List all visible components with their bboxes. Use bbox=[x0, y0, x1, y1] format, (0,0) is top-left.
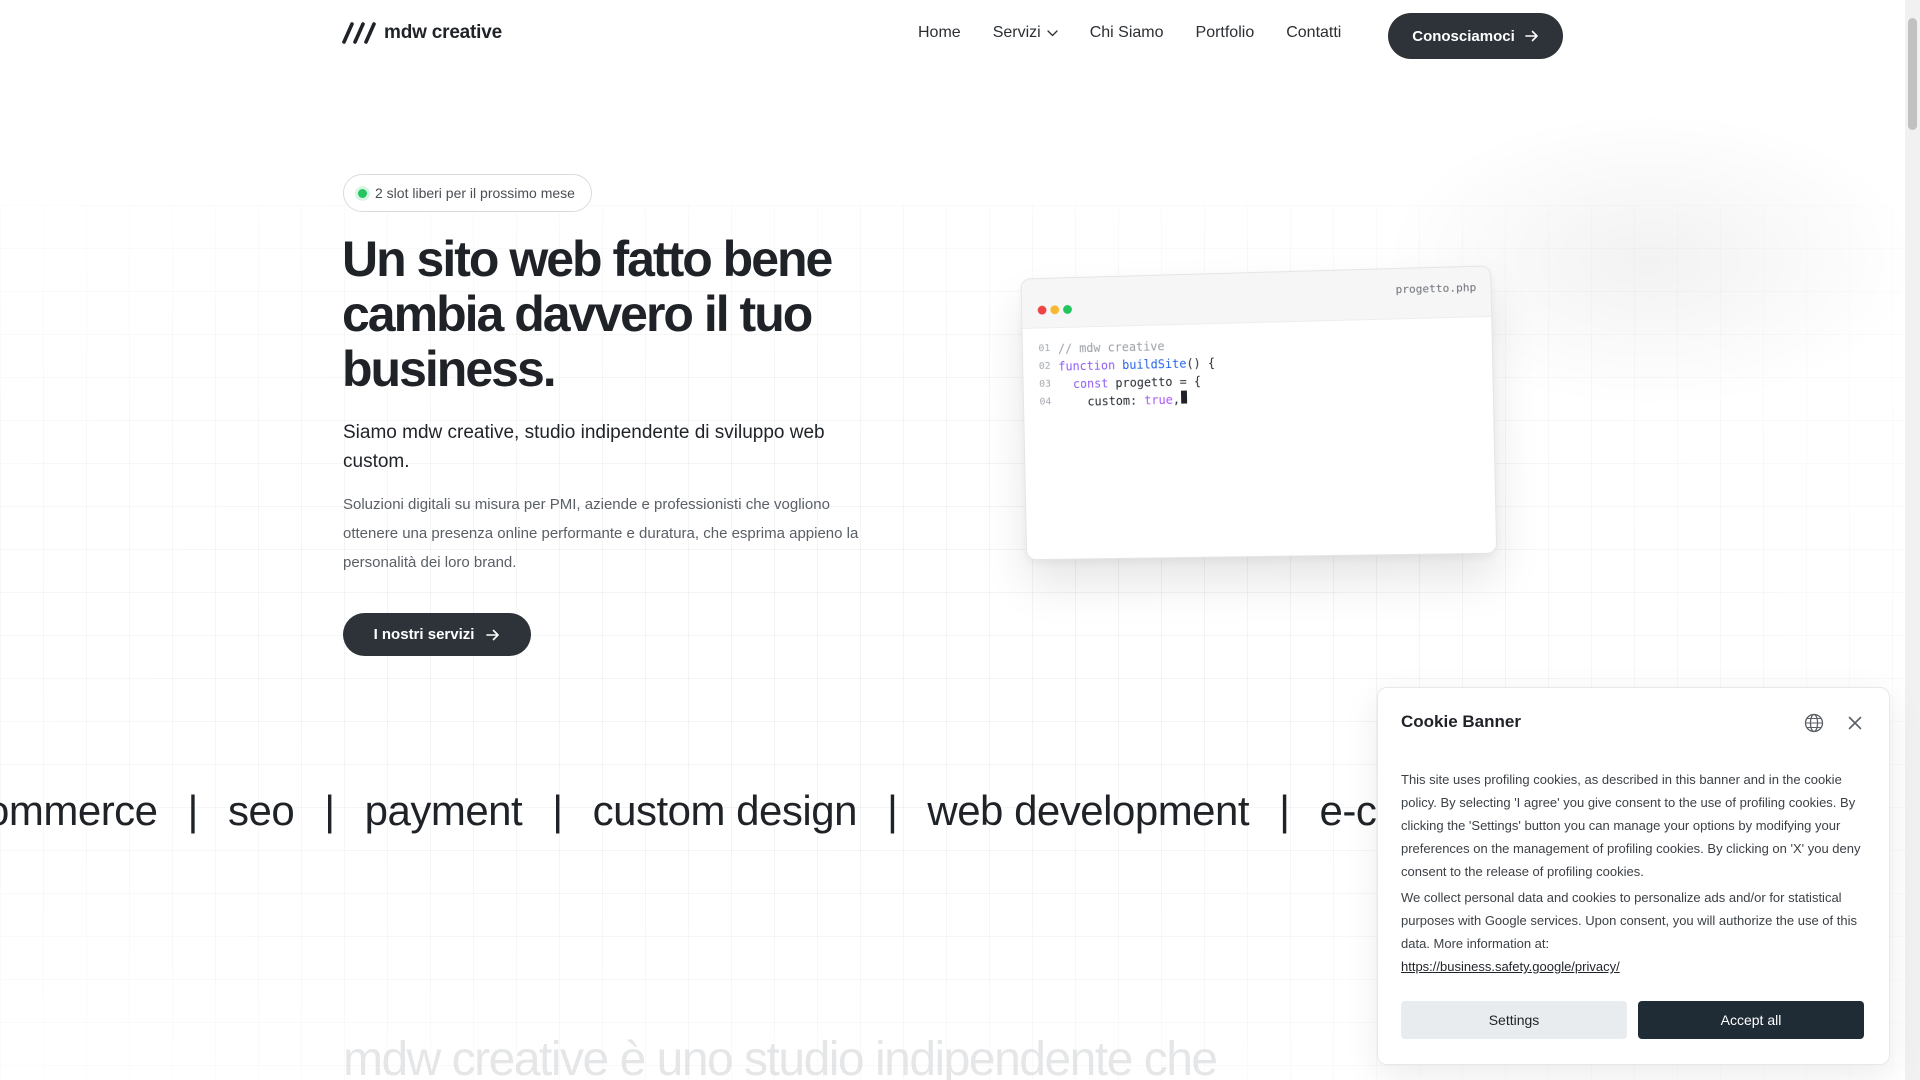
availability-badge: 2 slot liberi per il prossimo mese bbox=[343, 174, 592, 212]
conosciamoci-button-label: Conosciamoci bbox=[1412, 27, 1515, 45]
arrow-right-icon bbox=[1524, 30, 1538, 42]
code-keyword: function bbox=[1058, 358, 1116, 374]
cookie-banner: Cookie Banner This site uses profiling c… bbox=[1377, 687, 1890, 1065]
marquee-item: web development bbox=[927, 787, 1250, 834]
page-scrollbar[interactable] bbox=[1905, 0, 1920, 1080]
page: mdw creative Home Servizi Chi Siamo Port… bbox=[0, 0, 1920, 1080]
slashes-logo-icon bbox=[342, 22, 376, 44]
code-text: () { bbox=[1186, 355, 1216, 371]
globe-icon[interactable] bbox=[1803, 712, 1825, 734]
marquee-item: seo bbox=[227, 787, 295, 834]
hero-title: Un sito web fatto bene cambia davvero il… bbox=[342, 231, 833, 397]
code-function-name: buildSite bbox=[1122, 356, 1187, 373]
logo-text: mdw creative bbox=[384, 22, 502, 43]
line-number: 02 bbox=[1038, 360, 1051, 373]
nav-home-label: Home bbox=[918, 24, 961, 41]
marquee-separator: | bbox=[886, 787, 898, 834]
marquee-separator: | bbox=[1279, 787, 1290, 834]
cookie-banner-title: Cookie Banner bbox=[1401, 712, 1521, 731]
nav-chi-siamo-label: Chi Siamo bbox=[1089, 24, 1164, 41]
code-body: 01 // mdw creative 02 function buildSite… bbox=[1022, 317, 1493, 424]
code-boolean: true bbox=[1144, 392, 1173, 408]
window-maximize-dot-icon bbox=[1062, 304, 1072, 315]
window-minimize-dot-icon bbox=[1050, 305, 1060, 315]
cookie-policy-text: This site uses profiling cookies, as des… bbox=[1401, 772, 1861, 879]
nostri-servizi-button[interactable]: I nostri servizi bbox=[343, 613, 531, 656]
marquee-separator: | bbox=[187, 787, 199, 834]
nav-portfolio[interactable]: Portfolio bbox=[1196, 24, 1255, 42]
chevron-down-icon bbox=[1047, 29, 1058, 36]
marquee-separator: | bbox=[552, 787, 563, 834]
nav-chi-siamo[interactable]: Chi Siamo bbox=[1090, 24, 1164, 42]
cookie-accept-all-button[interactable]: Accept all bbox=[1638, 1001, 1864, 1039]
conosciamoci-button[interactable]: Conosciamoci bbox=[1388, 13, 1563, 59]
code-property: custom: bbox=[1087, 393, 1145, 409]
site-header: mdw creative Home Servizi Chi Siamo Port… bbox=[0, 0, 1905, 72]
logo[interactable]: mdw creative bbox=[342, 22, 502, 44]
nav-home[interactable]: Home bbox=[918, 24, 961, 42]
code-editor-window: progetto.php 01 // mdw creative 02 funct… bbox=[1020, 265, 1498, 561]
nav-servizi-label: Servizi bbox=[992, 24, 1041, 41]
marquee-item: ommerce bbox=[0, 787, 158, 834]
arrow-right-icon bbox=[486, 629, 500, 640]
nostri-servizi-button-label: I nostri servizi bbox=[373, 626, 475, 643]
hero-description: Soluzioni digitali su misura per PMI, az… bbox=[343, 496, 859, 571]
about-heading: mdw creative è uno studio indipendente c… bbox=[343, 1033, 1218, 1080]
nav-portfolio-label: Portfolio bbox=[1195, 24, 1255, 41]
code-keyword: const bbox=[1072, 376, 1109, 392]
scrollbar-thumb[interactable] bbox=[1908, 18, 1917, 130]
marquee-item: payment bbox=[364, 787, 523, 834]
code-text: , bbox=[1172, 392, 1181, 407]
text-cursor bbox=[1180, 390, 1188, 404]
nav-contatti-label: Contatti bbox=[1286, 24, 1342, 41]
line-number: 03 bbox=[1039, 378, 1052, 390]
marquee-item: custom design bbox=[592, 787, 858, 834]
line-number: 04 bbox=[1039, 396, 1052, 408]
status-dot-icon bbox=[358, 188, 367, 198]
hero-subtitle: Siamo mdw creative, studio indipendente … bbox=[343, 422, 825, 472]
marquee-track: ommerce | seo | payment | custom design … bbox=[0, 787, 1548, 835]
close-icon[interactable] bbox=[1846, 714, 1864, 732]
code-text: progetto = { bbox=[1108, 374, 1202, 391]
cookie-accept-all-button-label: Accept all bbox=[1720, 1012, 1782, 1028]
code-filename: progetto.php bbox=[1395, 280, 1477, 297]
availability-badge-text: 2 slot liberi per il prossimo mese bbox=[375, 185, 575, 201]
main-nav: Home Servizi Chi Siamo Portfolio Contatt… bbox=[918, 24, 1341, 42]
line-number: 01 bbox=[1038, 343, 1051, 355]
marquee-separator: | bbox=[324, 787, 335, 834]
nav-servizi[interactable]: Servizi bbox=[993, 24, 1058, 42]
window-close-dot-icon bbox=[1037, 305, 1047, 315]
cookie-settings-button[interactable]: Settings bbox=[1401, 1001, 1627, 1039]
cookie-data-text: We collect personal data and cookies to … bbox=[1401, 890, 1857, 951]
cookie-settings-button-label: Settings bbox=[1488, 1012, 1540, 1028]
privacy-link[interactable]: https://business.safety.google/privacy/ bbox=[1401, 955, 1620, 978]
nav-contatti[interactable]: Contatti bbox=[1286, 24, 1341, 42]
